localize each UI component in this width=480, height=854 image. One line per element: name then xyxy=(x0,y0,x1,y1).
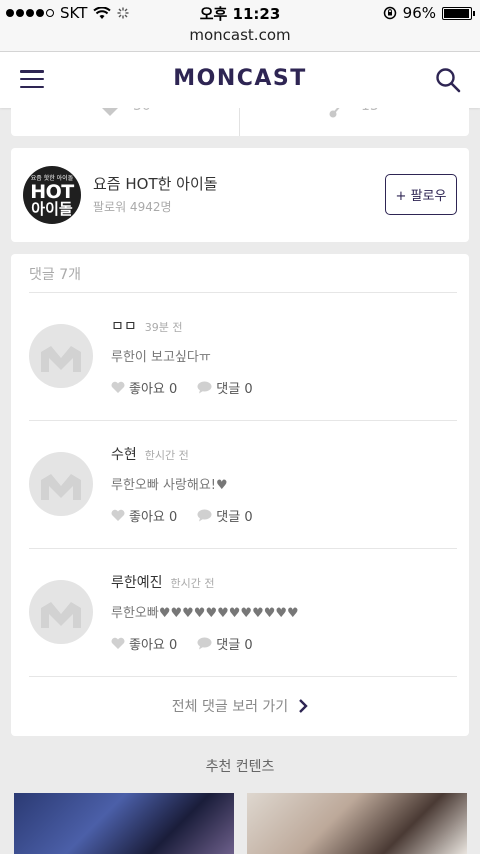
comment-text: 루한오빠 사랑해요!♥ xyxy=(111,478,228,493)
author-name: 루한예진 xyxy=(111,575,163,591)
chevron-right-icon xyxy=(299,699,308,713)
speech-bubble-icon xyxy=(197,381,212,394)
comment-item: 수현 한시간 전 루한오빠 사랑해요!♥ 좋아요 0 댓글 0 xyxy=(11,420,469,548)
comment-text: 루한이 보고싶다ㅠ xyxy=(111,350,211,365)
rotation-lock-icon xyxy=(383,6,396,20)
battery-percent: 96% xyxy=(402,4,436,22)
recommend-title: 추천 컨텐츠 xyxy=(205,759,275,775)
share-count: 15 xyxy=(361,108,379,114)
heart-icon xyxy=(111,637,125,649)
avatar[interactable] xyxy=(29,580,93,644)
default-avatar-icon xyxy=(41,474,81,500)
comment-actions: 좋아요 0 댓글 0 xyxy=(111,634,253,653)
recommend-thumbnail[interactable] xyxy=(14,793,234,854)
comment-author[interactable]: 수현 한시간 전 xyxy=(111,444,189,464)
comment-actions: 좋아요 0 댓글 0 xyxy=(111,378,253,397)
heart-icon xyxy=(111,381,125,393)
reply-label: 댓글 0 xyxy=(216,638,253,653)
channel-card: 요즘 핫한 아이돌 HOT 아이돌 요즘 HOT한 아이돌 팔로워 4942명 … xyxy=(11,148,469,242)
avatar[interactable] xyxy=(29,324,93,388)
status-right: 96% xyxy=(383,4,475,22)
like-stat[interactable]: 50 xyxy=(97,108,151,118)
stats-card: 50 15 xyxy=(11,108,469,136)
channel-avatar[interactable]: 요즘 핫한 아이돌 HOT 아이돌 xyxy=(23,166,81,224)
see-all-label: 전체 댓글 보러 가기 xyxy=(171,699,289,715)
comment-author[interactable]: ㅁㅁ 39분 전 xyxy=(111,316,183,336)
heart-icon xyxy=(111,509,125,521)
comment-item: ㅁㅁ 39분 전 루한이 보고싶다ㅠ 좋아요 0 댓글 0 xyxy=(11,292,469,420)
heart-icon xyxy=(102,108,118,116)
like-button[interactable]: 좋아요 0 xyxy=(111,378,177,397)
author-name: ㅁㅁ xyxy=(111,319,137,335)
like-button[interactable]: 좋아요 0 xyxy=(111,634,177,653)
avatar[interactable] xyxy=(29,452,93,516)
app-header: MONCAST xyxy=(0,52,480,108)
divider xyxy=(29,676,457,677)
avatar-caption-bottom: 아이돌 xyxy=(31,200,73,218)
channel-name[interactable]: 요즘 HOT한 아이돌 xyxy=(93,173,218,194)
url-bar[interactable]: moncast.com xyxy=(0,26,480,52)
comment-actions: 좋아요 0 댓글 0 xyxy=(111,506,253,525)
see-all-comments-link[interactable]: 전체 댓글 보러 가기 xyxy=(11,696,469,716)
status-bar: SKT 오후 11:23 96% xyxy=(0,0,480,26)
recommend-thumbnail[interactable] xyxy=(247,793,467,854)
comment-count: 댓글 7개 xyxy=(29,267,81,283)
reply-label: 댓글 0 xyxy=(216,382,253,397)
battery-icon xyxy=(442,6,475,20)
comment-item: 루한예진 한시간 전 루한오빠♥♥♥♥♥♥♥♥♥♥♥♥ 좋아요 0 댓글 0 xyxy=(11,548,469,676)
like-label: 좋아요 0 xyxy=(129,638,178,653)
follow-button[interactable]: + 팔로우 xyxy=(385,174,457,215)
speech-bubble-icon xyxy=(197,509,212,522)
default-avatar-icon xyxy=(41,346,81,372)
comment-text: 루한오빠♥♥♥♥♥♥♥♥♥♥♥♥ xyxy=(111,606,299,621)
share-stat[interactable]: 15 xyxy=(329,108,379,118)
reply-button[interactable]: 댓글 0 xyxy=(197,634,253,653)
author-name: 수현 xyxy=(111,447,137,463)
reply-button[interactable]: 댓글 0 xyxy=(197,378,253,397)
comment-time: 한시간 전 xyxy=(144,449,189,462)
moncast-logo[interactable]: MONCAST xyxy=(0,66,480,91)
reply-label: 댓글 0 xyxy=(216,510,253,525)
share-icon xyxy=(329,108,340,118)
like-label: 좋아요 0 xyxy=(129,382,178,397)
default-avatar-icon xyxy=(41,602,81,628)
reply-button[interactable]: 댓글 0 xyxy=(197,506,253,525)
like-count: 50 xyxy=(133,108,151,114)
search-icon[interactable] xyxy=(434,66,462,94)
channel-followers: 팔로워 4942명 xyxy=(93,200,172,214)
speech-bubble-icon xyxy=(197,637,212,650)
comments-card: 댓글 7개 ㅁㅁ 39분 전 루한이 보고싶다ㅠ 좋아요 0 댓글 0 수현 한시간… xyxy=(11,254,469,736)
like-label: 좋아요 0 xyxy=(129,510,178,525)
comment-author[interactable]: 루한예진 한시간 전 xyxy=(111,572,215,592)
like-button[interactable]: 좋아요 0 xyxy=(111,506,177,525)
stats-divider xyxy=(239,108,240,136)
comment-time: 39분 전 xyxy=(144,321,183,334)
comment-time: 한시간 전 xyxy=(170,577,215,590)
avatar-caption-hot: HOT xyxy=(30,181,74,203)
